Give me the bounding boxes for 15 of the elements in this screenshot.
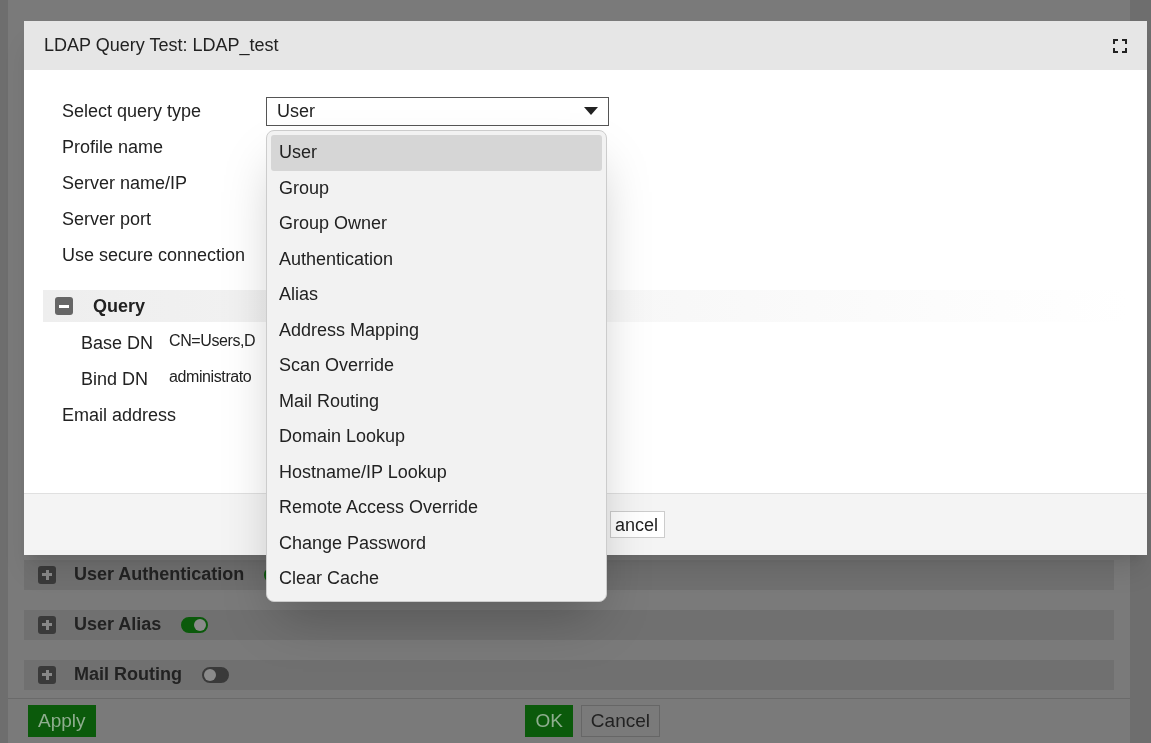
field-label: Bind DN xyxy=(81,367,150,391)
section-title: User Alias xyxy=(74,613,162,637)
field-label: Profile name xyxy=(62,135,165,159)
field-value: CN=Users,D xyxy=(169,331,256,351)
field-label: Use secure connection xyxy=(62,243,247,267)
field-value: administrato xyxy=(169,367,252,387)
dialog-title: LDAP Query Test: LDAP_test xyxy=(44,34,279,58)
section-title: Mail Routing xyxy=(74,663,182,687)
section-title: Query xyxy=(93,294,146,318)
field-label: Base DN xyxy=(81,331,155,355)
section-title: User Authentication xyxy=(74,563,245,587)
field-label: Select query type xyxy=(62,99,203,123)
field-label: Server port xyxy=(62,207,153,231)
field-label: Email address xyxy=(62,403,178,427)
field-label: Server name/IP xyxy=(62,171,189,195)
